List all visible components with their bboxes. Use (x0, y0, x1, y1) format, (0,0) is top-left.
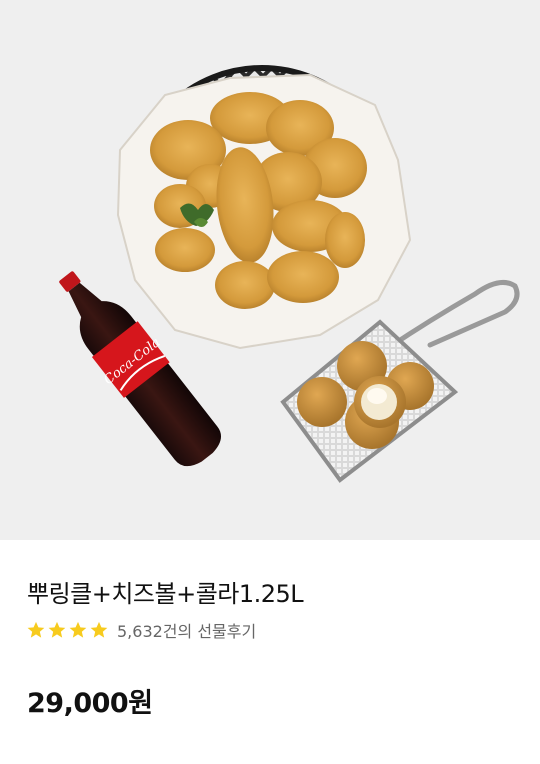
product-image[interactable]: Coca-Cola (0, 0, 540, 540)
star-icon (48, 621, 66, 638)
product-price: 29,000원 (27, 688, 153, 719)
star-rating (26, 620, 109, 640)
star-icon (90, 621, 108, 638)
star-icon (27, 621, 45, 638)
star-icon (69, 621, 87, 638)
product-photo-illustration: Coca-Cola (59, 65, 520, 483)
product-title[interactable]: 뿌링클+치즈볼+콜라1.25L (27, 574, 304, 609)
rating-row[interactable]: 5,632건의 선물후기 (26, 618, 256, 642)
review-count[interactable]: 5,632건의 선물후기 (117, 618, 256, 642)
